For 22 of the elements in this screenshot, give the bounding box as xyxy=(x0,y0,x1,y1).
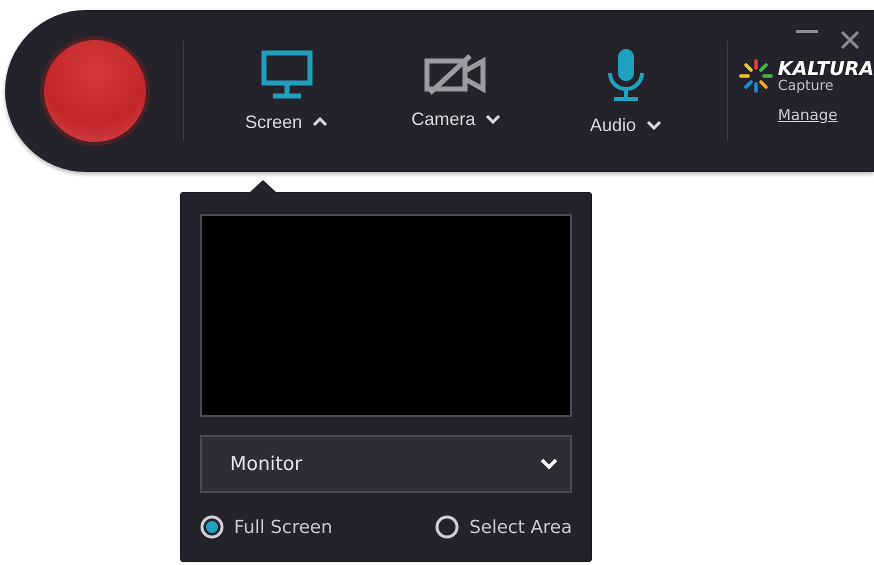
caret-icon xyxy=(646,120,662,130)
microphone-icon xyxy=(606,46,646,102)
logo-icon xyxy=(738,58,774,94)
minimize-icon[interactable] xyxy=(796,30,818,34)
caret-icon xyxy=(312,117,328,127)
source-label: Camera xyxy=(411,108,476,130)
source-button[interactable]: Audio xyxy=(541,46,711,136)
source-label: Audio xyxy=(590,114,636,136)
brand-name: KALTURA xyxy=(778,60,874,78)
source-button[interactable]: Camera xyxy=(372,52,542,130)
radio-option[interactable]: Select Area xyxy=(435,515,572,539)
close-icon[interactable] xyxy=(840,30,860,50)
manage-link[interactable]: Manage xyxy=(778,106,838,124)
monitor-icon xyxy=(260,50,313,100)
caret-icon xyxy=(485,114,502,124)
monitor-dropdown[interactable]: Monitor xyxy=(200,435,572,493)
radio-option[interactable]: Full Screen xyxy=(200,515,332,539)
product-name: Capture xyxy=(778,78,835,92)
chevron-down-icon xyxy=(540,458,558,470)
source-button[interactable]: Screen xyxy=(202,50,372,132)
camera-off-icon xyxy=(424,52,488,96)
source-label: Screen xyxy=(245,112,302,132)
